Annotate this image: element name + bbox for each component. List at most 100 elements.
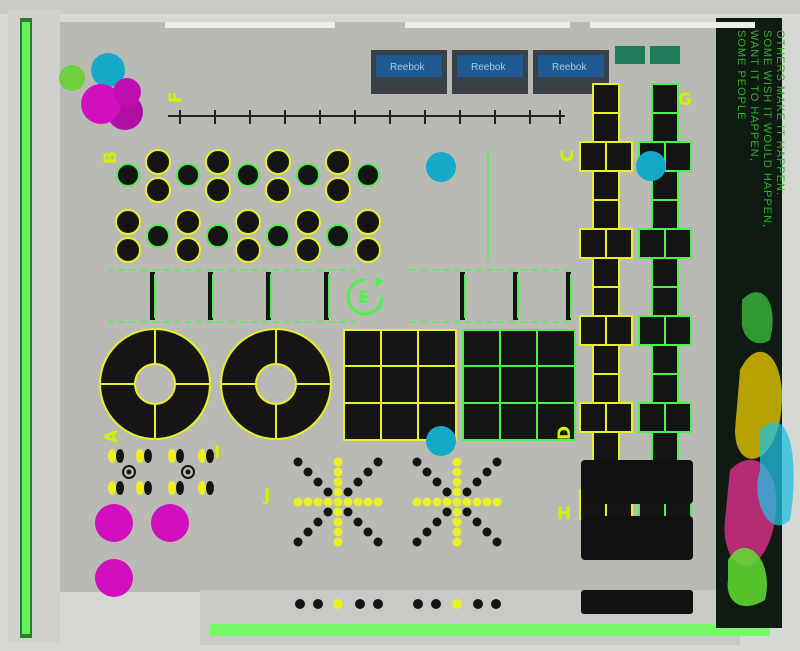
ceiling-lights (165, 22, 755, 28)
ladder-cell (592, 83, 620, 114)
zone-h-mats (581, 460, 693, 614)
target-circle-icon (296, 163, 320, 187)
target-circle-icon (176, 163, 200, 187)
dot-black (472, 517, 482, 527)
ladder-cell (664, 402, 692, 433)
stability-ball-icon (95, 504, 133, 542)
footprint-icon (136, 449, 144, 463)
footprint-icon (136, 481, 144, 495)
dot-black (293, 457, 303, 467)
footprint-icon (116, 449, 124, 463)
dot-black (472, 477, 482, 487)
dot-black (442, 487, 452, 497)
ladder-cell (592, 257, 620, 288)
stability-ball-icon (113, 78, 141, 106)
zone-label-d: D (555, 426, 575, 440)
dot-black (353, 477, 363, 487)
ladder-cell (579, 141, 607, 172)
dot-black (293, 537, 303, 547)
zone-label-a: A (102, 429, 122, 443)
ladder-cell (592, 431, 620, 462)
dot-yellow (293, 497, 303, 507)
ladder-cell (651, 431, 679, 462)
ladder-cell (651, 83, 679, 114)
ladder-cell (651, 112, 679, 143)
stability-ball-icon (95, 559, 133, 597)
mural-line-1: SOME PEOPLE (735, 30, 747, 120)
mural-line-2: WANT IT TO HAPPEN, (748, 30, 760, 162)
target-circle-icon (175, 209, 201, 235)
zone-label-g: G (678, 90, 692, 110)
storage-brand-3: Reebok (552, 62, 587, 73)
ladder-cell (579, 315, 607, 346)
dot-black (412, 537, 422, 547)
target-circle-icon (265, 149, 291, 175)
target-circle-icon (205, 177, 231, 203)
dot-black (343, 507, 353, 517)
target-circle-dot (185, 469, 191, 475)
target-circle-icon (205, 149, 231, 175)
footprint-icon (198, 481, 206, 495)
medicine-ball-icon (426, 152, 456, 182)
dot-yellow (452, 537, 462, 547)
dot-black (323, 487, 333, 497)
ladder-cell (664, 228, 692, 259)
target-circle-icon (236, 163, 260, 187)
dot-black (373, 457, 383, 467)
dot-black (492, 537, 502, 547)
ladder-cell (579, 228, 607, 259)
ladder-cell (651, 257, 679, 288)
ladder-cell (592, 286, 620, 317)
ladder-cell (664, 141, 692, 172)
target-circle-icon (116, 163, 140, 187)
footprint-icon (176, 481, 184, 495)
dot-yellow (333, 477, 343, 487)
zone-label-e: E (358, 288, 370, 308)
dot-yellow (452, 457, 462, 467)
footprint-icon (168, 481, 176, 495)
dot-yellow (422, 497, 432, 507)
dot-yellow (452, 517, 462, 527)
ladder-cell (579, 402, 607, 433)
dot-black (313, 517, 323, 527)
footprint-icon (144, 481, 152, 495)
ladder-cell (638, 228, 666, 259)
dot-black (313, 477, 323, 487)
target-circle-icon (206, 224, 230, 248)
dot (313, 599, 323, 609)
medicine-ball-icon (636, 151, 666, 181)
footprint-icon (198, 449, 206, 463)
dot-black (303, 467, 313, 477)
target-circle-icon (295, 237, 321, 263)
dot (295, 599, 305, 609)
target-circle-icon (235, 209, 261, 235)
dot-yellow (333, 487, 343, 497)
dot (333, 599, 343, 609)
dot-yellow (333, 537, 343, 547)
target-circle-icon (295, 209, 321, 235)
target-circle-icon (115, 237, 141, 263)
mural-line-4: OTHERS MAKE IT HAPPEN. (774, 30, 786, 196)
zone-label-j: J (263, 486, 270, 506)
target-circle-icon (266, 224, 290, 248)
dot-yellow (333, 527, 343, 537)
footprint-icon (144, 449, 152, 463)
target-circle-icon (355, 209, 381, 235)
dot-yellow (452, 507, 462, 517)
target-circle-icon (145, 149, 171, 175)
zone-label-b: B (101, 151, 121, 164)
dot-yellow (452, 487, 462, 497)
ladder-cell (605, 228, 633, 259)
target-circle-icon (325, 177, 351, 203)
dot-yellow (333, 517, 343, 527)
dot-black (432, 517, 442, 527)
ladder-cell (651, 199, 679, 230)
dot-black (373, 537, 383, 547)
footprint-icon (206, 481, 214, 495)
storage-brand-1: Reebok (390, 62, 425, 73)
ladder-cell (638, 315, 666, 346)
dot-yellow (452, 497, 462, 507)
ladder-cell (605, 141, 633, 172)
ladder-cell (651, 344, 679, 375)
zone-d-square-grid-green (462, 329, 576, 441)
